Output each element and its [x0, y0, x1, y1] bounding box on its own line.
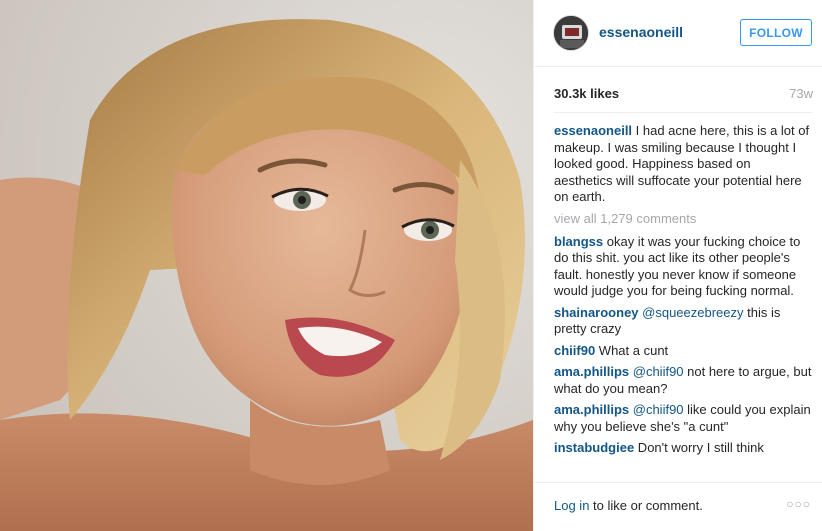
view-all-comments-link[interactable]: view all 1,279 comments [554, 211, 812, 226]
more-options-icon[interactable]: ○○○ [786, 497, 811, 511]
login-prompt-text: to like or comment. [589, 498, 703, 513]
selfie-photo-illustration [0, 0, 533, 531]
login-prompt: Log in to like or comment. [554, 498, 703, 513]
comment-username-link[interactable]: blangss [554, 234, 603, 249]
list-item: chiif90 What a cunt [554, 343, 812, 360]
list-item: ama.phillips @chiif90 not here to argue,… [554, 364, 812, 397]
post-age: 73w [789, 86, 813, 101]
comment-username-link[interactable]: shainarooney [554, 305, 639, 320]
post-sidebar: essenaoneill FOLLOW 30.3k likes 73w esse… [533, 0, 822, 531]
avatar-image-icon [554, 16, 588, 50]
caption-username-link[interactable]: essenaoneill [554, 123, 632, 138]
post-meta: 30.3k likes 73w [554, 86, 813, 104]
comment-mention-link[interactable]: @chiif90 [629, 364, 684, 379]
comment-mention-link[interactable]: @chiif90 [629, 402, 684, 417]
avatar[interactable] [553, 15, 589, 51]
login-link[interactable]: Log in [554, 498, 589, 513]
post-header: essenaoneill FOLLOW [534, 0, 822, 67]
comment-mention-link[interactable]: @squeezebreezy [639, 305, 743, 320]
list-item: blangss okay it was your fucking choice … [554, 234, 812, 300]
list-item: instabudgiee Don't worry I still think [554, 440, 812, 457]
comment-text: Don't worry I still think [634, 440, 764, 455]
comment-username-link[interactable]: ama.phillips [554, 402, 629, 417]
post-photo[interactable] [0, 0, 533, 531]
follow-button[interactable]: FOLLOW [740, 19, 812, 46]
comment-username-link[interactable]: chiif90 [554, 343, 595, 358]
post-footer: Log in to like or comment. ○○○ [534, 482, 822, 531]
comments-list: essenaoneill I had acne here, this is a … [554, 112, 812, 480]
owner-username-link[interactable]: essenaoneill [599, 24, 683, 40]
comment-text: What a cunt [595, 342, 669, 358]
comment-username-link[interactable]: ama.phillips [554, 364, 629, 379]
likes-count[interactable]: 30.3k likes [554, 86, 619, 101]
comment-username-link[interactable]: instabudgiee [554, 440, 634, 455]
caption: essenaoneill I had acne here, this is a … [554, 123, 812, 206]
list-item: shainarooney @squeezebreezy this is pret… [554, 305, 812, 338]
list-item: ama.phillips @chiif90 like could you exp… [554, 402, 812, 435]
